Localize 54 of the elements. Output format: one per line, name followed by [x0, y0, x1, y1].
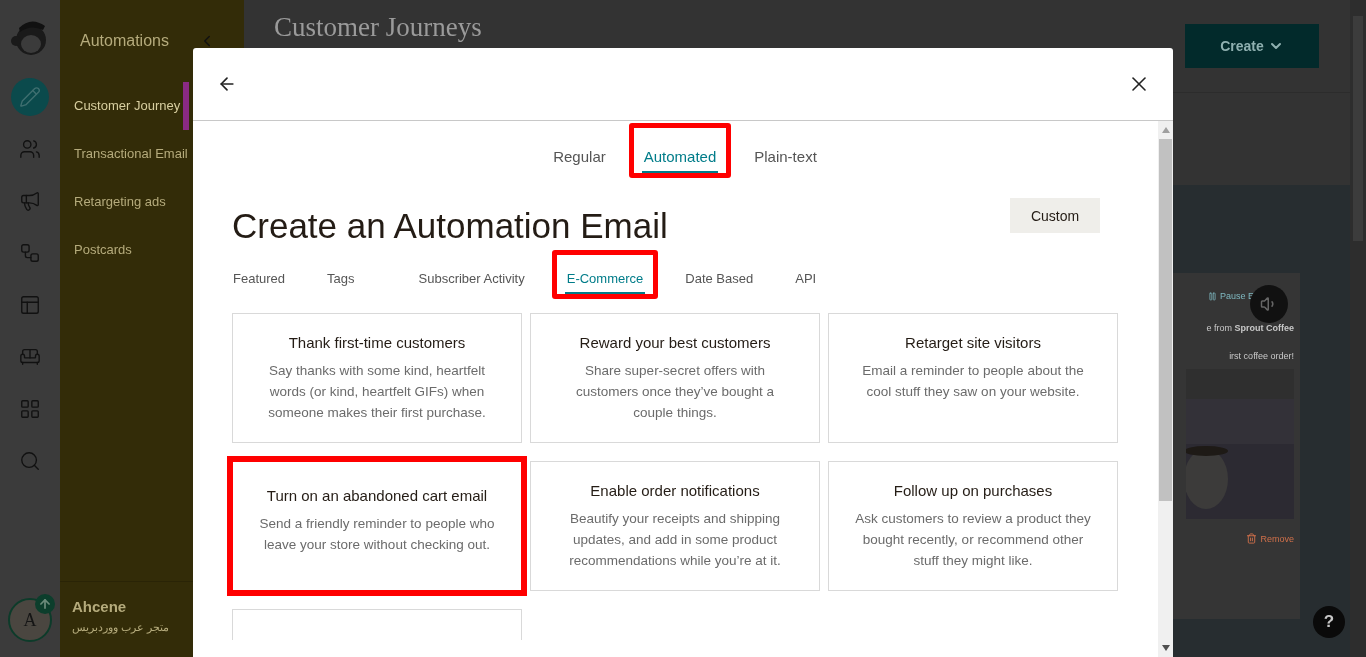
template-card[interactable]: Reward your best customers Share super-secret offers with customers once they’ve bought a couple things. [530, 313, 820, 443]
submenu-item[interactable]: Retargeting ads [74, 178, 175, 226]
subject-text: irst coffee order! [1229, 351, 1294, 361]
create-button[interactable]: Create [1185, 24, 1319, 68]
category-tab[interactable]: Date Based [683, 255, 756, 294]
card-description: Ask customers to review a product they bought recently, or recommend other stuff they might like. [855, 510, 1091, 570]
custom-button[interactable]: Custom [1010, 198, 1100, 233]
template-card[interactable]: Thank first-time customers Say thanks with some kind, heartfelt words (or kind, heartfelt GIFs) when someone makes their first purchase. [232, 313, 522, 443]
page-icon [19, 294, 41, 316]
type-tab[interactable]: Automated [641, 128, 719, 173]
grid-icon [19, 398, 41, 420]
category-tab[interactable]: Tags [325, 255, 357, 294]
account-name: Ahcene [72, 598, 128, 615]
category-tab[interactable]: E-Commerce [564, 255, 646, 294]
submenu-title: Automations [80, 32, 169, 50]
card-description: Beautify your receipts and shipping updates, and add in some product recommendations while you’re at it. [568, 510, 782, 570]
card-description: Email a reminder to people about the cool stuff they saw on your website. [861, 362, 1085, 401]
sofa-icon [19, 346, 41, 368]
scroll-down-icon[interactable] [1160, 644, 1171, 652]
card-title: Enable order notifications [590, 482, 760, 499]
scroll-up-icon[interactable] [1160, 126, 1171, 134]
card-description: Share super-secret offers with customers once they’ve bought a couple things. [574, 362, 776, 422]
card-title: Turn on an abandoned cart email [266, 487, 488, 504]
template-card[interactable]: Follow up on purchases Ask customers to review a product they bought recently, or recommend other stuff they might like. [828, 461, 1118, 591]
pause-icon [1207, 291, 1217, 301]
card-title: Retarget site visitors [905, 334, 1041, 351]
trash-icon [1246, 533, 1258, 544]
sender-text: e from Sprout Coffee [1206, 323, 1294, 333]
template-card[interactable]: Enable order notifications Beautify your receipts and shipping updates, and add in some product recommendations while you’re at it. [530, 461, 820, 591]
card-title: Reward your best customers [579, 334, 771, 351]
dialog-scrollbar[interactable] [1158, 121, 1173, 657]
dialog-title: Create an Automation Email [232, 206, 668, 246]
card-description: Send a friendly reminder to people who leave your store without checking out. [259, 515, 495, 554]
template-card[interactable] [232, 609, 522, 640]
megaphone-icon [19, 190, 41, 212]
flow-icon [19, 242, 41, 264]
type-tab[interactable]: Regular [551, 128, 608, 173]
pencil-icon [19, 86, 41, 108]
page-title: Customer Journeys [274, 12, 482, 42]
category-tab[interactable]: Featured [231, 255, 288, 294]
submenu-item[interactable]: Postcards [74, 226, 141, 274]
type-tab[interactable]: Plain-text [752, 128, 819, 173]
template-card[interactable]: Turn on an abandoned cart email Send a friendly reminder to people who leave your store without checking out. [227, 456, 527, 596]
nav-button[interactable] [11, 78, 49, 116]
category-tab[interactable]: Subscriber Activity [416, 255, 527, 294]
card-title: Thank first-time customers [288, 334, 466, 351]
account-subtitle: متجر عرب ووردبريس [72, 621, 170, 634]
template-card[interactable]: Retarget site visitors Email a reminder to people about the cool stuff they saw on your website. [828, 313, 1118, 443]
people-icon [19, 138, 41, 160]
category-tab[interactable]: API [793, 255, 819, 294]
search-icon [19, 450, 41, 472]
card-title: Follow up on purchases [893, 482, 1053, 499]
card-description: Say thanks with some kind, heartfelt words (or kind, heartfelt GIFs) when someone makes their first purchase. [267, 362, 487, 422]
remove-link[interactable]: Remove [1246, 533, 1294, 544]
